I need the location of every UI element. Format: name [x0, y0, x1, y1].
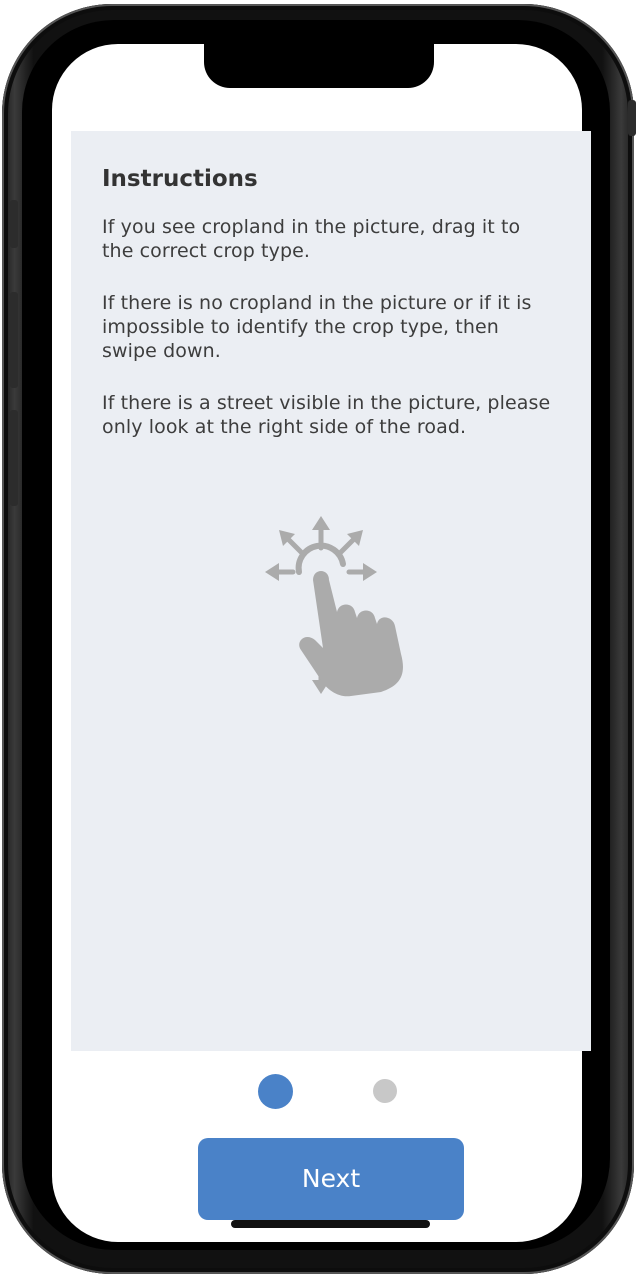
pager-dot-inactive[interactable] [373, 1079, 397, 1103]
phone-side-button [10, 200, 18, 248]
home-indicator[interactable] [231, 1220, 430, 1228]
instruction-paragraph: If there is a street visible in the pict… [102, 392, 551, 438]
pager-dot-active[interactable] [258, 1074, 293, 1109]
instructions-title: Instructions [102, 166, 258, 192]
phone-volume-down-button [10, 410, 18, 506]
instruction-paragraph: If there is no cropland in the picture o… [102, 292, 532, 362]
next-button[interactable]: Next [198, 1138, 464, 1220]
instructions-body: If you see cropland in the picture, drag… [102, 215, 557, 467]
phone-mockup: Instructions If you see cropland in the … [0, 0, 639, 1277]
instructions-card: Instructions If you see cropland in the … [71, 131, 591, 1051]
instruction-paragraph: If you see cropland in the picture, drag… [102, 216, 521, 262]
phone-power-button [628, 100, 636, 136]
phone-notch [204, 44, 434, 88]
swipe-gesture-hand-icon [265, 516, 403, 697]
phone-volume-up-button [10, 292, 18, 388]
